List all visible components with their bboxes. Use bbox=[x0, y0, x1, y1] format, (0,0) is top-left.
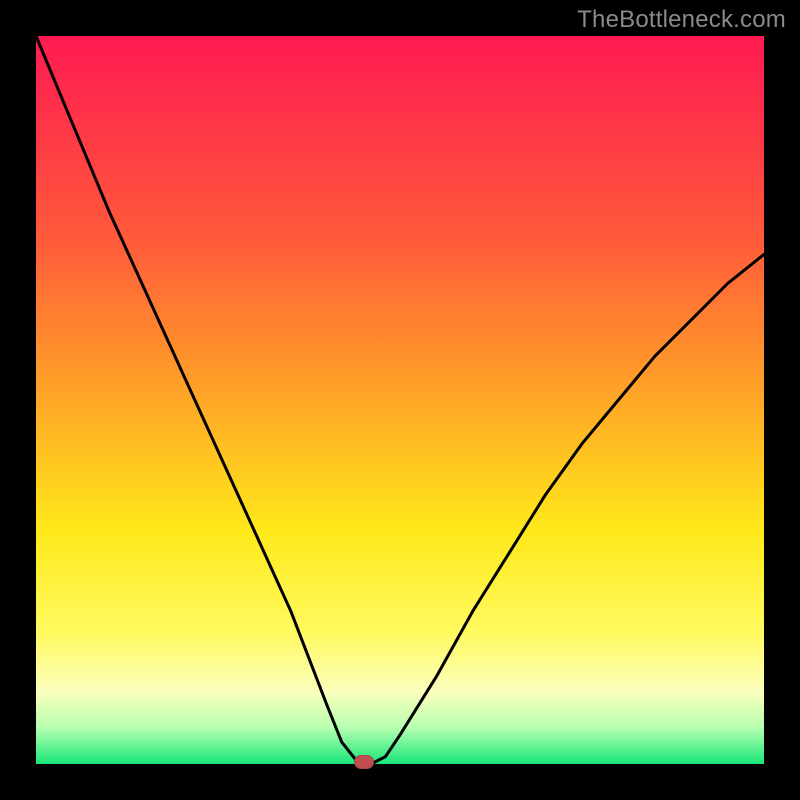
bottleneck-curve bbox=[36, 36, 764, 764]
minimum-marker bbox=[354, 755, 374, 769]
plot-area bbox=[36, 36, 764, 764]
chart-frame: TheBottleneck.com bbox=[0, 0, 800, 800]
watermark-text: TheBottleneck.com bbox=[577, 6, 786, 34]
